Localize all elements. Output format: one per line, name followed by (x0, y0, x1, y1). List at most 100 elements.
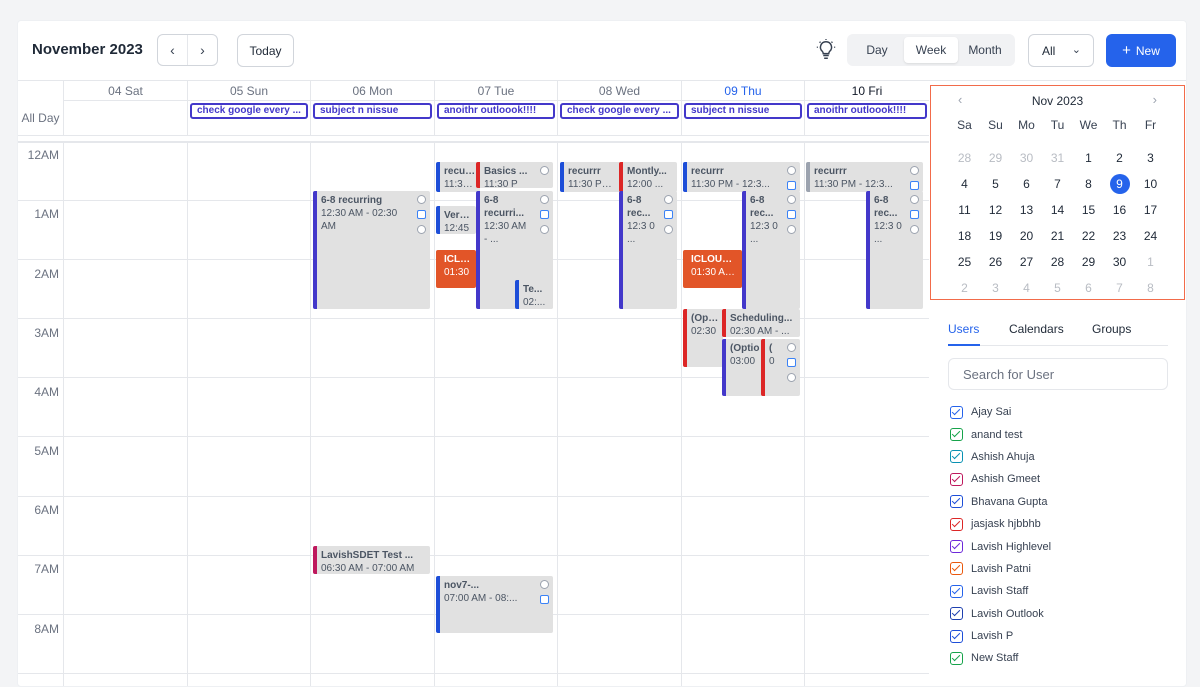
date-cell[interactable]: 28 (1042, 255, 1073, 269)
user-item[interactable]: Bhavana Gupta (950, 491, 1180, 513)
view-month-button[interactable]: Month (958, 37, 1012, 63)
tab-users[interactable]: Users (948, 322, 979, 336)
today-button[interactable]: Today (237, 34, 294, 67)
all-day-cell[interactable]: anoithr outloook!!!! (804, 101, 929, 136)
user-item[interactable]: Lavish Highlevel (950, 535, 1180, 557)
user-checkbox[interactable] (950, 584, 963, 598)
date-cell[interactable]: 8 (1073, 177, 1104, 191)
date-cell[interactable]: 18 (949, 229, 980, 243)
user-item[interactable]: Lavish Patni (950, 558, 1180, 580)
tab-groups[interactable]: Groups (1092, 322, 1131, 336)
date-cell[interactable]: 2 (949, 281, 980, 295)
all-day-cell[interactable]: anoithr outloook!!!! (434, 101, 557, 136)
date-cell[interactable]: 4 (949, 177, 980, 191)
user-checkbox[interactable] (950, 651, 963, 665)
view-day-button[interactable]: Day (850, 37, 904, 63)
date-cell[interactable]: 4 (1011, 281, 1042, 295)
user-item[interactable]: New Staff (950, 647, 1180, 669)
date-cell[interactable]: 3 (1135, 151, 1166, 165)
date-cell[interactable]: 27 (1011, 255, 1042, 269)
calendar-event[interactable]: 6-8 rec... 12:3 0 ... (866, 191, 923, 309)
date-cell[interactable]: 3 (980, 281, 1011, 295)
all-day-event[interactable]: check google every ... (560, 103, 679, 119)
filter-select[interactable]: All ⌄ (1028, 34, 1094, 67)
date-cell[interactable]: 24 (1135, 229, 1166, 243)
date-cell[interactable]: 14 (1042, 203, 1073, 217)
user-item[interactable]: Lavish P (950, 625, 1180, 647)
day-header-thu[interactable]: 09 Thu (681, 81, 804, 101)
date-cell[interactable]: 23 (1104, 229, 1135, 243)
user-search-input[interactable]: Search for User (948, 358, 1168, 390)
date-cell[interactable]: 15 (1073, 203, 1104, 217)
all-day-cell[interactable]: check google every ... (187, 101, 310, 136)
date-cell[interactable]: 17 (1135, 203, 1166, 217)
calendar-event[interactable]: (Optio 03:00 (722, 339, 764, 396)
new-event-button[interactable]: + New (1106, 34, 1176, 67)
tab-calendars[interactable]: Calendars (1009, 322, 1064, 336)
date-cell[interactable]: 13 (1011, 203, 1042, 217)
date-cell[interactable]: 7 (1042, 177, 1073, 191)
user-checkbox[interactable] (950, 495, 963, 509)
date-cell[interactable]: 19 (980, 229, 1011, 243)
all-day-event[interactable]: subject n nissue (313, 103, 432, 119)
date-cell[interactable]: 21 (1042, 229, 1073, 243)
date-cell[interactable]: 25 (949, 255, 980, 269)
calendar-event[interactable]: ICLOUD Re 01:30 AM - (683, 250, 742, 288)
calendar-event[interactable]: recurrr 11:30 PM - 12:3... (683, 162, 800, 192)
user-checkbox[interactable] (950, 607, 963, 621)
user-checkbox[interactable] (950, 450, 963, 464)
calendar-event[interactable]: 6-8 rec... 12:3 0 ... (619, 191, 677, 309)
calendar-event[interactable]: 6-8 recurring 12:30 AM - 02:30 AM (313, 191, 430, 309)
user-item[interactable]: anand test (950, 423, 1180, 445)
chevron-right-icon[interactable]: › (1153, 92, 1157, 107)
user-checkbox[interactable] (950, 562, 963, 576)
user-item[interactable]: Ashish Gmeet (950, 468, 1180, 490)
calendar-event[interactable]: Basics ... 11:30 P (476, 162, 553, 188)
date-cell[interactable]: 29 (1073, 255, 1104, 269)
user-checkbox[interactable] (950, 540, 963, 554)
calendar-event[interactable]: Te... 02:... (515, 280, 553, 309)
all-day-cell[interactable]: subject n nissue (310, 101, 434, 136)
calendar-event[interactable]: ICLOUD 01:30 (436, 250, 476, 288)
day-header-wed[interactable]: 08 Wed (557, 81, 681, 101)
all-day-event[interactable]: anoithr outloook!!!! (437, 103, 555, 119)
date-cell[interactable]: 1 (1073, 151, 1104, 165)
date-cell[interactable]: 26 (980, 255, 1011, 269)
calendar-event[interactable]: 6-8 rec... 12:3 0 ... (742, 191, 800, 309)
date-cell[interactable]: 6 (1073, 281, 1104, 295)
all-day-cell[interactable]: subject n nissue (681, 101, 804, 136)
all-day-event[interactable]: anoithr outloook!!!! (807, 103, 927, 119)
date-cell[interactable]: 22 (1073, 229, 1104, 243)
user-checkbox[interactable] (950, 405, 963, 419)
user-item[interactable]: Ashish Ahuja (950, 446, 1180, 468)
calendar-event[interactable]: recurrr 11:30 PM - 12:3... (806, 162, 923, 192)
all-day-event[interactable]: subject n nissue (684, 103, 802, 119)
day-header-fri[interactable]: 10 Fri (804, 81, 929, 101)
all-day-event[interactable]: check google every ... (190, 103, 308, 119)
date-cell[interactable]: 12 (980, 203, 1011, 217)
calendar-event[interactable]: Montly... 12:00 ... (619, 162, 677, 192)
all-day-cell[interactable] (63, 101, 187, 136)
calendar-event[interactable]: recurrr 11:30 P (436, 162, 480, 192)
date-cell[interactable]: 29 (980, 151, 1011, 165)
view-week-button[interactable]: Week (904, 37, 958, 63)
chevron-left-icon[interactable]: ‹ (158, 35, 188, 65)
date-cell[interactable]: 5 (980, 177, 1011, 191)
day-header-sat[interactable]: 04 Sat (63, 81, 187, 101)
user-checkbox[interactable] (950, 428, 963, 442)
date-cell[interactable]: 20 (1011, 229, 1042, 243)
user-item[interactable]: jasjask hjbbhb (950, 513, 1180, 535)
calendar-event[interactable]: Scheduling... 02:30 AM - ... (722, 309, 800, 337)
calendar-event[interactable]: Verifaj 12:45 (436, 206, 476, 234)
date-cell[interactable]: 8 (1135, 281, 1166, 295)
user-item[interactable]: Lavish Outlook (950, 603, 1180, 625)
date-cell-selected[interactable]: 9 (1104, 174, 1135, 194)
date-cell[interactable]: 30 (1104, 255, 1135, 269)
user-item[interactable]: Lavish Staff (950, 580, 1180, 602)
user-item[interactable]: Ajay Sai (950, 401, 1180, 423)
day-header-mon[interactable]: 06 Mon (310, 81, 434, 101)
user-checkbox[interactable] (950, 472, 963, 486)
date-cell[interactable]: 28 (949, 151, 980, 165)
calendar-event[interactable]: (Optio 02:30 (683, 309, 723, 367)
user-checkbox[interactable] (950, 517, 963, 531)
